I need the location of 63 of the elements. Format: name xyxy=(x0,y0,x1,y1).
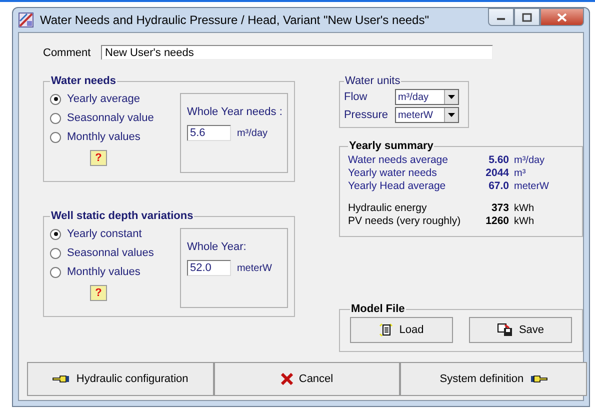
close-button[interactable] xyxy=(540,8,584,26)
unit-field-label: Flow xyxy=(344,91,368,103)
summary-value: 67.0 xyxy=(488,180,509,193)
comment-field[interactable]: New User's needs xyxy=(101,45,493,60)
group-title: Model File xyxy=(350,303,406,315)
group-title: Yearly summary xyxy=(348,140,434,152)
group-title: Water needs xyxy=(50,75,118,87)
option-label[interactable]: Monthly values xyxy=(67,131,140,143)
summary-value: 2044 xyxy=(484,167,509,180)
group-title: Water units xyxy=(344,75,402,87)
value-label: Whole Year needs : xyxy=(186,106,282,118)
option-label[interactable]: Yearly constant xyxy=(67,228,142,240)
summary-label: Yearly Head average xyxy=(348,180,447,193)
radio-button[interactable] xyxy=(50,94,61,104)
summary-value: 5.60 xyxy=(488,154,509,167)
system-definition-button[interactable]: System definition xyxy=(400,362,588,396)
option-label[interactable]: Seasonnaly value xyxy=(67,112,154,124)
summary-unit: m³/day xyxy=(514,154,546,167)
value-label: Whole Year: xyxy=(186,241,248,253)
radio-button[interactable] xyxy=(50,132,61,142)
maximize-icon xyxy=(522,12,532,22)
summary-label: Hydraulic energy xyxy=(348,202,428,215)
cross-icon xyxy=(280,373,293,385)
summary-label: Yearly water needs xyxy=(348,167,438,180)
close-icon xyxy=(557,12,567,22)
help-button[interactable]: ? xyxy=(90,150,107,166)
radio-button[interactable] xyxy=(50,228,61,240)
summary-unit: kWh xyxy=(514,215,535,228)
load-button[interactable]: Load xyxy=(350,317,453,343)
dropdown-arrow-icon xyxy=(448,113,455,117)
option-label[interactable]: Seasonnal values xyxy=(67,247,154,259)
value-field[interactable]: 5.6 xyxy=(186,125,231,141)
summary-value: 373 xyxy=(490,202,509,215)
maximize-button[interactable] xyxy=(514,8,540,26)
radio-button[interactable] xyxy=(50,248,61,258)
hydraulic-configuration-button[interactable]: Hydraulic configuration xyxy=(27,362,214,396)
window-title: Water Needs and Hydraulic Pressure / Head, Variant "New User's needs" xyxy=(40,13,429,27)
summary-unit: kWh xyxy=(514,202,535,215)
app-icon xyxy=(18,12,34,28)
help-button[interactable]: ? xyxy=(90,285,107,301)
unit-dropdown[interactable]: m³/day xyxy=(394,89,459,105)
save-button[interactable]: Save xyxy=(469,317,572,343)
option-label[interactable]: Yearly average xyxy=(67,93,140,105)
floppy-disk-icon xyxy=(496,323,513,337)
option-label[interactable]: Monthly values xyxy=(67,266,140,278)
minimize-button[interactable] xyxy=(488,8,514,26)
unit-dropdown[interactable]: meterW xyxy=(394,107,459,123)
radio-button[interactable] xyxy=(50,112,61,124)
radio-button[interactable] xyxy=(50,266,61,278)
cancel-button[interactable]: Cancel xyxy=(214,362,400,396)
comment-label: Comment xyxy=(43,46,92,58)
unit-label: meterW xyxy=(236,262,272,274)
unit-field-label: Pressure xyxy=(344,109,389,121)
document-icon xyxy=(379,323,394,337)
summary-label: PV needs (very roughly) xyxy=(348,215,462,228)
dropdown-arrow-icon xyxy=(448,95,455,99)
summary-unit: m³ xyxy=(514,167,527,180)
group-title: Well static depth variations xyxy=(50,210,194,222)
value-field[interactable]: 52.0 xyxy=(186,260,231,276)
summary-label: Water needs average xyxy=(348,154,449,167)
summary-value: 1260 xyxy=(484,215,509,228)
summary-unit: meterW xyxy=(514,180,550,193)
unit-label: m³/day xyxy=(236,128,268,138)
